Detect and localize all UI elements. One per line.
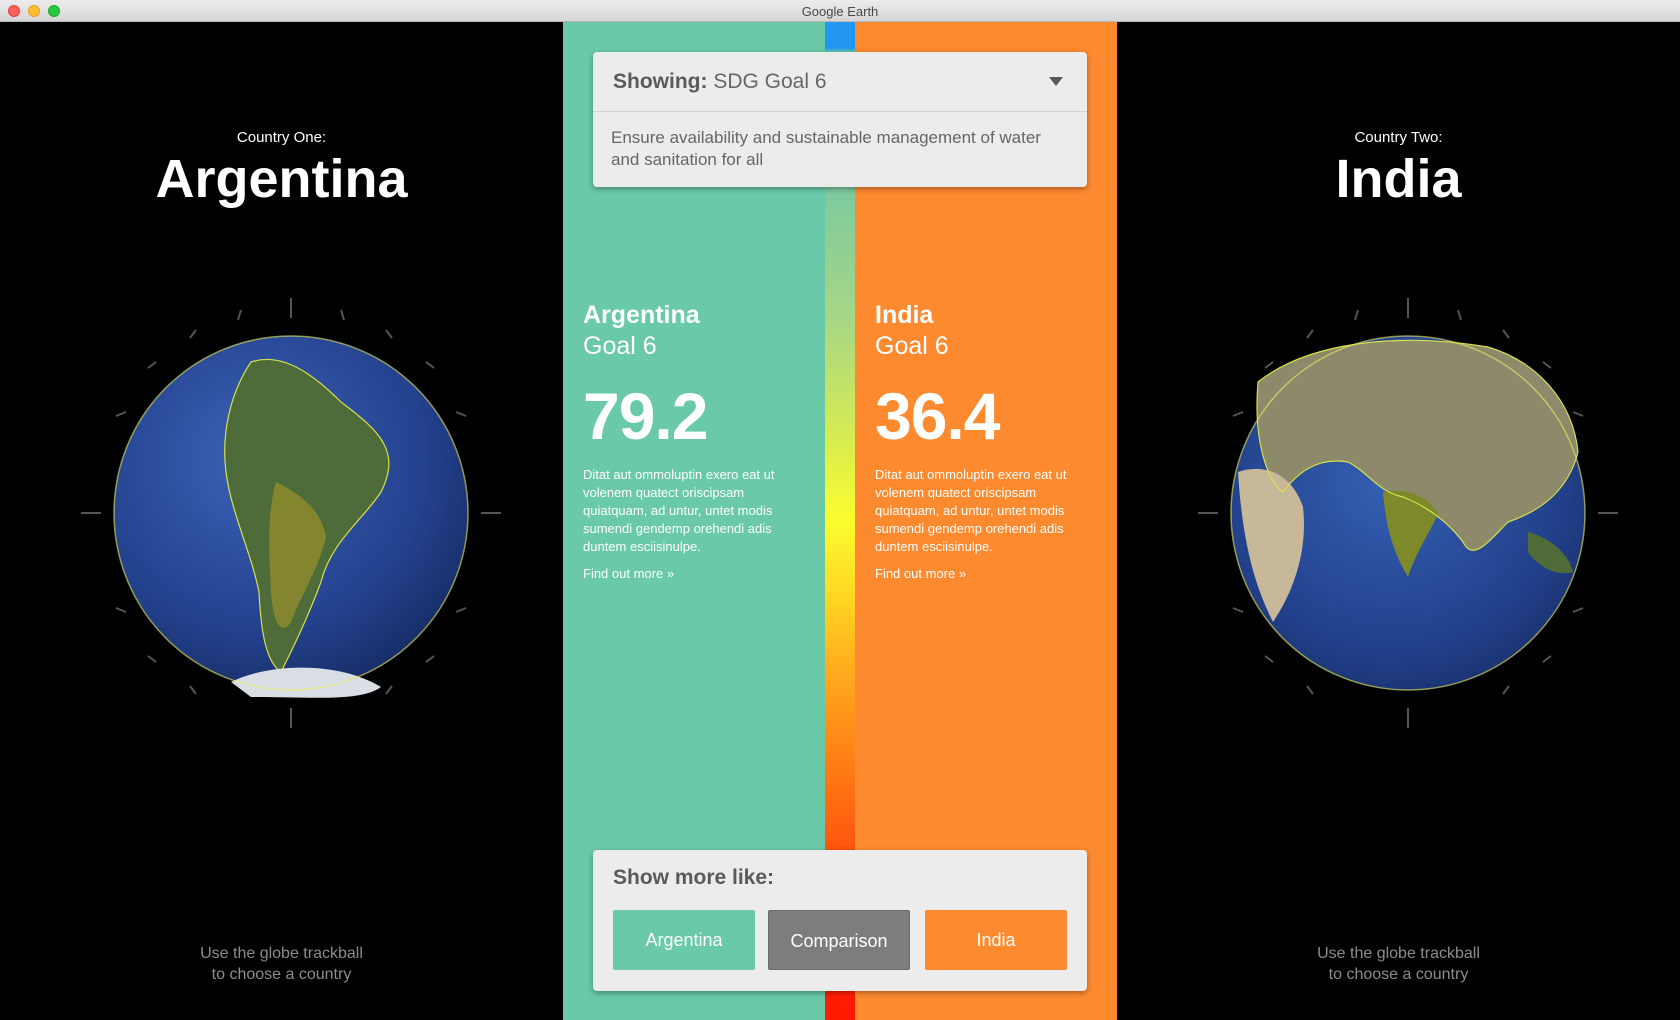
country-one-caption: Country One: [236, 129, 327, 146]
goal-dropdown-label: Showing: SDG Goal 6 [613, 70, 827, 94]
country-two-caption: Country Two: [1354, 129, 1443, 146]
show-more-india-button[interactable]: India [925, 910, 1067, 970]
show-more-heading: Show more like: [613, 866, 775, 889]
show-more-card: Show more like: Argentina Comparison Ind… [593, 850, 1087, 991]
score-country-name: India [875, 301, 934, 329]
find-out-more-link[interactable]: Find out more » [583, 566, 803, 581]
globe-trackball-two[interactable] [1198, 292, 1618, 734]
goal-value: SDG Goal 6 [713, 70, 827, 93]
hint-line: to choose a country [1328, 966, 1469, 983]
country-one-score: Argentina Goal 6 79.2 Ditat aut ommolupt… [583, 300, 803, 581]
window-title: Google Earth [801, 4, 879, 19]
country-two-hint: Use the globe trackball to choose a coun… [1117, 943, 1680, 985]
score-description: Ditat aut ommoluptin exero eat ut volene… [875, 467, 1067, 554]
country-two-name: India [1335, 149, 1462, 209]
goal-description: Ensure availability and sustainable mana… [611, 128, 1041, 169]
country-two-panel: Country Two: India Use the globe trackba… [1117, 22, 1680, 1020]
hint-line: Use the globe trackball [1317, 945, 1480, 962]
score-country-name: Argentina [583, 301, 700, 329]
score-value: 79.2 [583, 379, 708, 453]
score-description: Ditat aut ommoluptin exero eat ut volene… [583, 467, 775, 554]
score-goal-label: Goal 6 [875, 332, 949, 360]
country-one-name: Argentina [155, 149, 408, 209]
hint-line: to choose a country [211, 966, 352, 983]
globe-south-america-icon [81, 298, 501, 728]
globe-asia-icon [1198, 298, 1618, 728]
window-titlebar: Google Earth [0, 0, 1680, 22]
show-more-argentina-button[interactable]: Argentina [613, 910, 755, 970]
globe-trackball-one[interactable] [81, 292, 501, 734]
score-goal-label: Goal 6 [583, 332, 657, 360]
goal-selector-card: Showing: SDG Goal 6 Ensure availability … [593, 52, 1087, 187]
goal-dropdown[interactable]: Showing: SDG Goal 6 [593, 52, 1087, 112]
hint-line: Use the globe trackball [200, 945, 363, 962]
show-more-comparison-button[interactable]: Comparison [768, 910, 910, 970]
goal-prefix: Showing: [613, 70, 708, 93]
find-out-more-link[interactable]: Find out more » [875, 566, 1095, 581]
country-one-panel: Country One: Argentina Use the globe tra… [0, 22, 563, 1020]
country-one-hint: Use the globe trackball to choose a coun… [0, 943, 563, 985]
chevron-down-icon[interactable] [1049, 77, 1063, 86]
score-value: 36.4 [875, 379, 1000, 453]
country-two-score: India Goal 6 36.4 Ditat aut ommoluptin e… [875, 300, 1095, 581]
